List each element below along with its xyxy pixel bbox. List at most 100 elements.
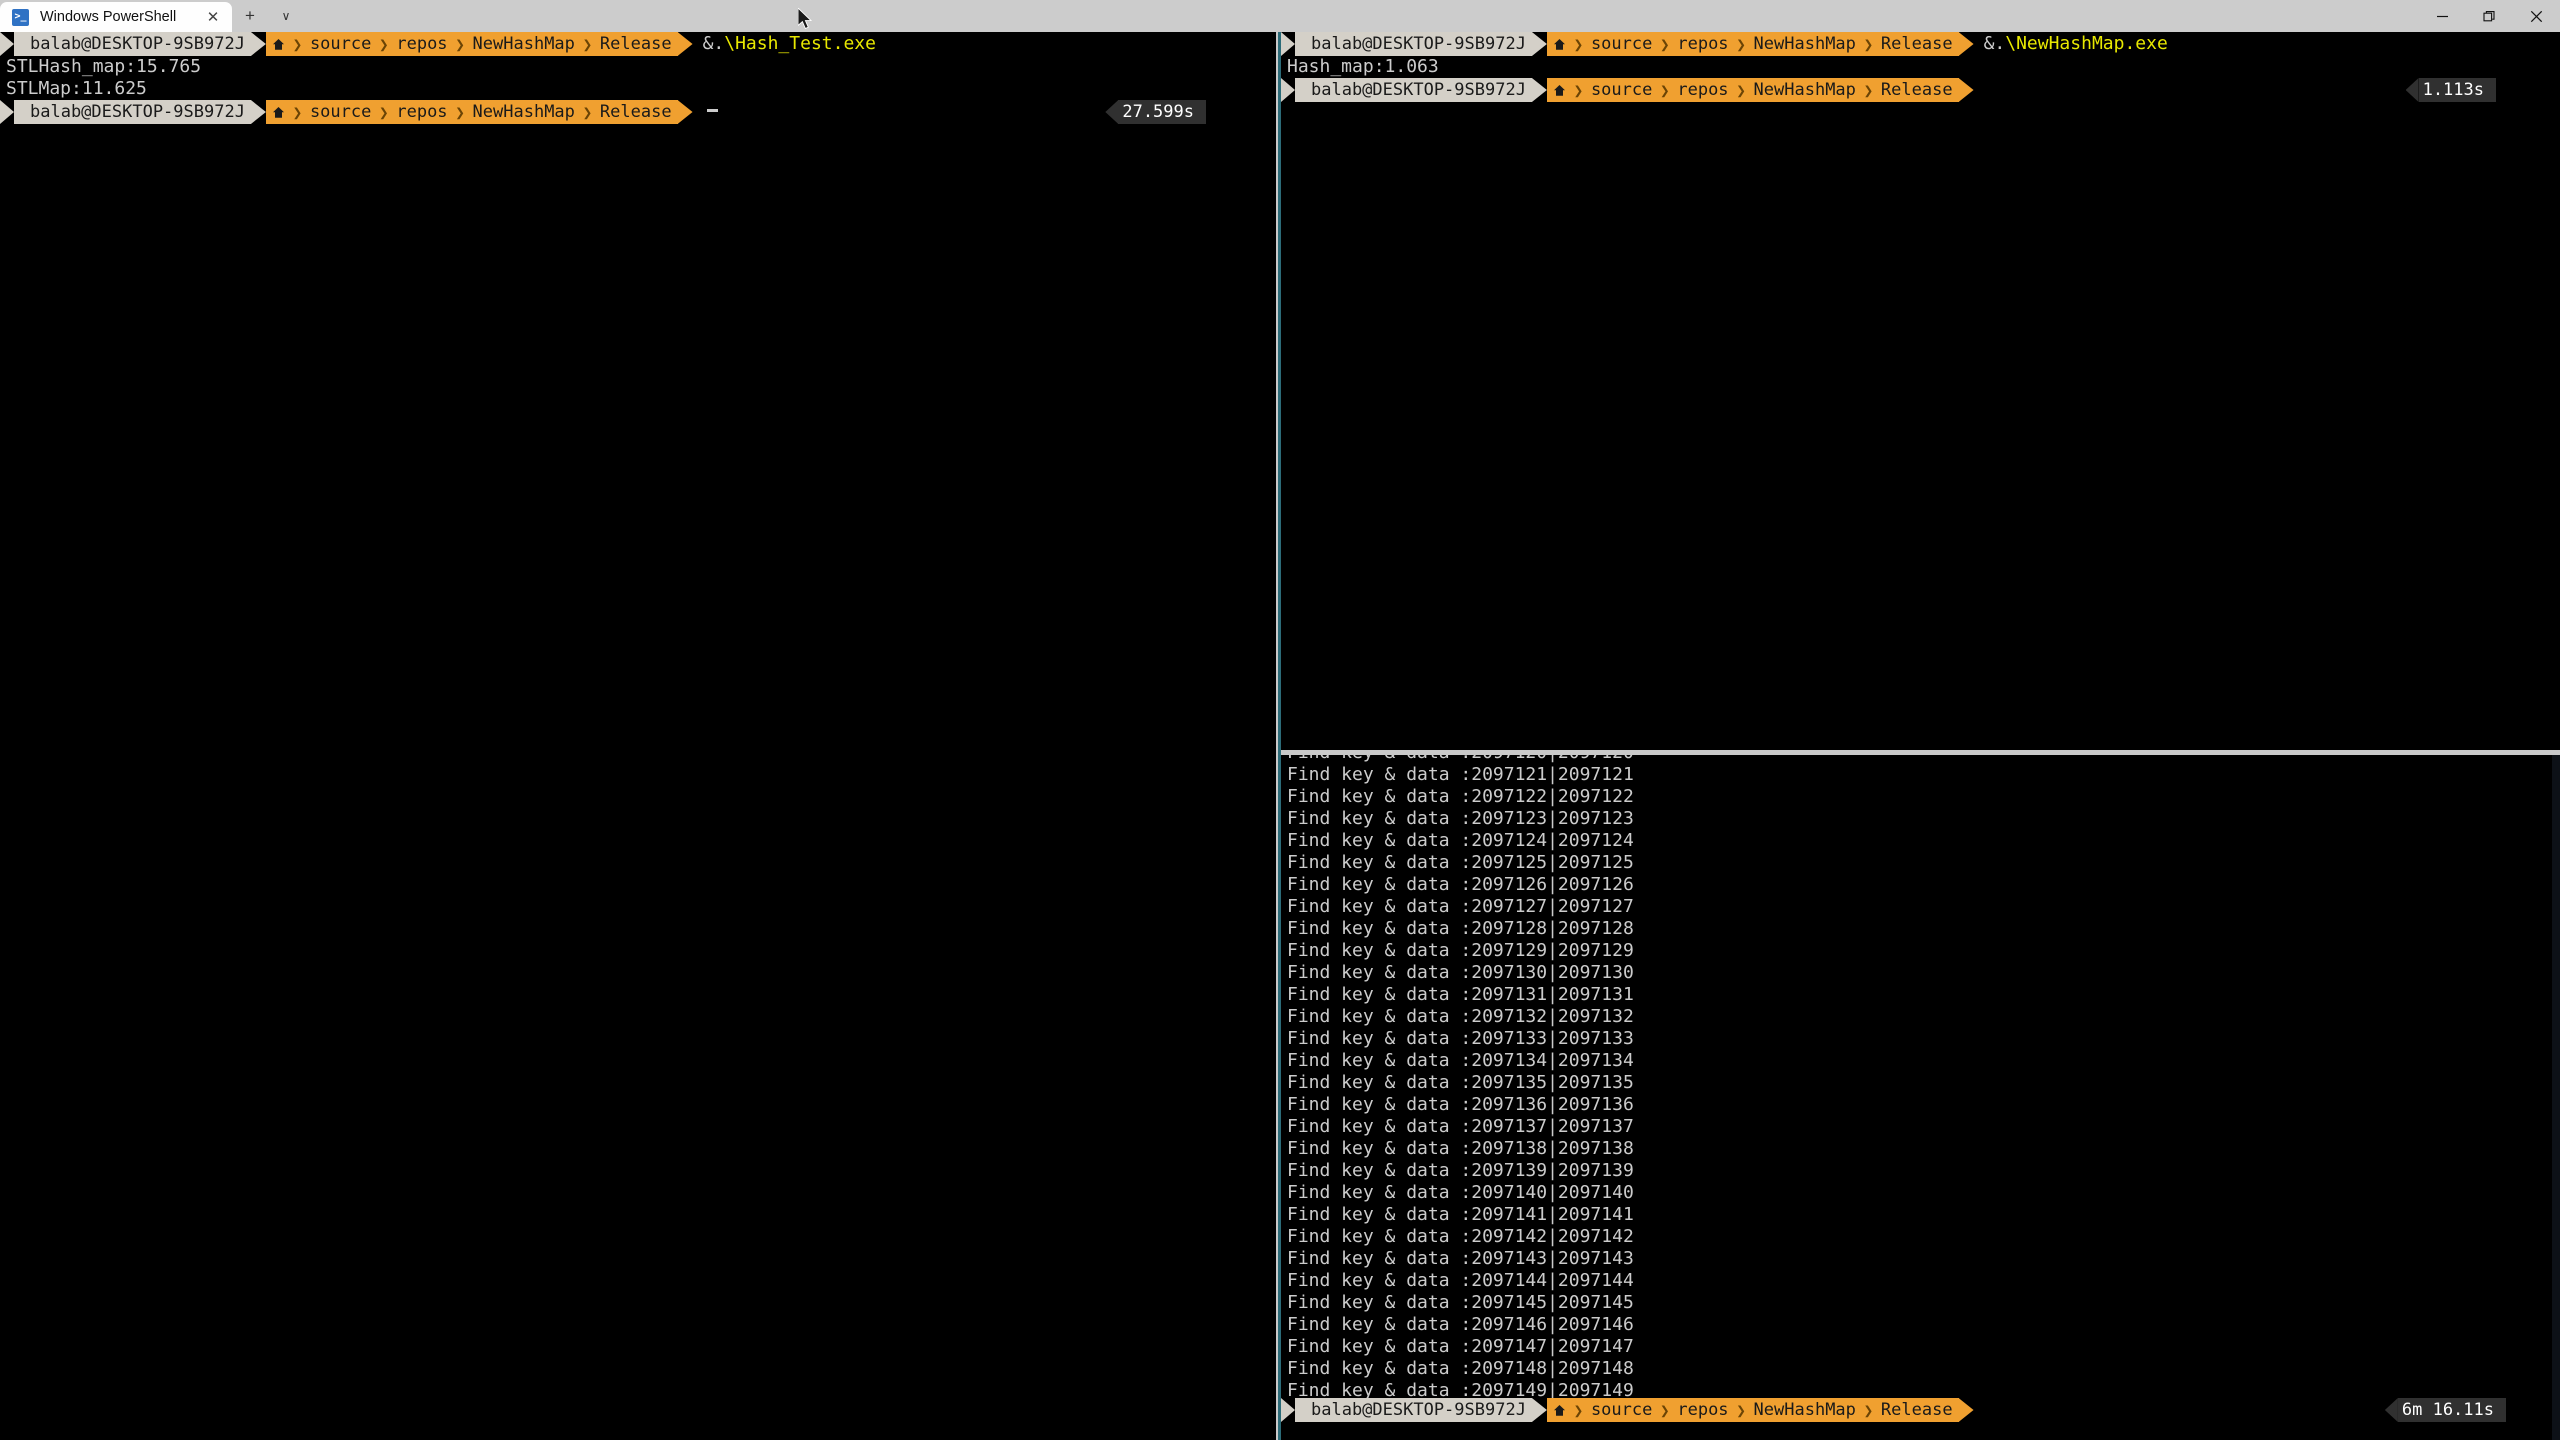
prompt-separator bbox=[1532, 1398, 1547, 1422]
right-bottom-output-line: Find key & data :2097134|2097134 bbox=[1287, 1050, 1634, 1071]
tab-strip: >_ Windows PowerShell ✕ + ∨ bbox=[0, 0, 304, 32]
right-bottom-output-line: Find key & data :2097131|2097131 bbox=[1287, 984, 1634, 1005]
prompt-end-arrow bbox=[1959, 78, 1974, 102]
prompt-chevron: ❯ bbox=[377, 100, 391, 124]
prompt-separator bbox=[1532, 78, 1547, 102]
powerline-prompt: balab@DESKTOP-9SB972J ❯ source ❯ repos ❯… bbox=[0, 32, 693, 56]
right-top-command: &.\NewHashMap.exe bbox=[1974, 32, 2168, 56]
prompt-chevron: ❯ bbox=[580, 32, 594, 56]
right-bottom-pane-lines: Find key & data :2097120|2097120Find key… bbox=[1281, 755, 2560, 1402]
prompt-path-newhashmap: NewHashMap bbox=[1747, 78, 1862, 102]
right-bottom-output-line: Find key & data :2097147|2097147 bbox=[1287, 1336, 1634, 1357]
tab-label: Windows PowerShell bbox=[40, 9, 177, 25]
prompt-chevron: ❯ bbox=[1658, 78, 1672, 102]
prompt-path-release: Release bbox=[593, 32, 678, 56]
prompt-end-arrow bbox=[1959, 32, 1974, 56]
right-bottom-output-line: Find key & data :2097141|2097141 bbox=[1287, 1204, 1634, 1225]
elapsed-time-badge: 6m 16.11s bbox=[2397, 1398, 2506, 1422]
right-bottom-output-line: Find key & data :2097135|2097135 bbox=[1287, 1072, 1634, 1093]
left-pane-command: &.\Hash_Test.exe bbox=[693, 32, 876, 56]
right-bottom-output-line: Find key & data :2097144|2097144 bbox=[1287, 1270, 1634, 1291]
home-icon bbox=[265, 100, 291, 124]
vertical-scrollbar[interactable] bbox=[2552, 755, 2560, 1440]
command-target: \Hash_Test.exe bbox=[724, 33, 876, 54]
right-top-pane[interactable]: balab@DESKTOP-9SB972J ❯ source ❯ repos ❯… bbox=[1281, 32, 2560, 750]
command-target: \NewHashMap.exe bbox=[2005, 33, 2168, 54]
powerline-prompt: balab@DESKTOP-9SB972J ❯ source ❯ repos ❯… bbox=[1281, 1398, 1974, 1422]
left-pane-prompt-1: balab@DESKTOP-9SB972J ❯ source ❯ repos ❯… bbox=[0, 32, 1276, 56]
maximize-button[interactable] bbox=[2466, 0, 2513, 32]
prompt-separator bbox=[251, 32, 266, 56]
left-pane[interactable]: balab@DESKTOP-9SB972J ❯ source ❯ repos ❯… bbox=[0, 32, 1276, 1440]
prompt-chevron: ❯ bbox=[377, 32, 391, 56]
prompt-path-release: Release bbox=[1874, 1398, 1959, 1422]
right-bottom-output-line: Find key & data :2097139|2097139 bbox=[1287, 1160, 1634, 1181]
close-window-button[interactable] bbox=[2513, 0, 2560, 32]
prompt-path-repos: repos bbox=[390, 100, 454, 124]
home-icon bbox=[265, 32, 291, 56]
prompt-chevron: ❯ bbox=[1571, 32, 1585, 56]
prompt-path-repos: repos bbox=[1671, 32, 1735, 56]
text-cursor bbox=[706, 109, 718, 112]
prompt-path-repos: repos bbox=[1671, 78, 1735, 102]
prompt-chevron: ❯ bbox=[1861, 32, 1875, 56]
left-pane-output-line: STLHash_map:15.765 bbox=[6, 56, 202, 77]
home-icon bbox=[1546, 1398, 1572, 1422]
prompt-path-source: source bbox=[303, 100, 378, 124]
close-tab-icon[interactable]: ✕ bbox=[200, 4, 226, 30]
right-bottom-output-line: Find key & data :2097128|2097128 bbox=[1287, 918, 1634, 939]
prompt-user: balab@DESKTOP-9SB972J bbox=[1295, 1398, 1532, 1422]
right-bottom-output-line: Find key & data :2097130|2097130 bbox=[1287, 962, 1634, 983]
prompt-path-newhashmap: NewHashMap bbox=[466, 32, 581, 56]
prompt-path-source: source bbox=[1584, 78, 1659, 102]
right-bottom-output-line: Find key & data :2097138|2097138 bbox=[1287, 1138, 1634, 1159]
prompt-path-newhashmap: NewHashMap bbox=[1747, 32, 1862, 56]
prompt-chevron: ❯ bbox=[1861, 78, 1875, 102]
right-bottom-output-line: Find key & data :2097133|2097133 bbox=[1287, 1028, 1634, 1049]
prompt-chevron: ❯ bbox=[290, 32, 304, 56]
prompt-chevron: ❯ bbox=[1861, 1398, 1875, 1422]
right-top-prompt-2: balab@DESKTOP-9SB972J ❯ source ❯ repos ❯… bbox=[1281, 78, 2560, 102]
prompt-separator bbox=[1532, 32, 1547, 56]
powerline-prompt: balab@DESKTOP-9SB972J ❯ source ❯ repos ❯… bbox=[1281, 78, 1974, 102]
right-top-output-line: Hash_map:1.063 bbox=[1287, 56, 1439, 77]
elapsed-time-badge: 1.113s bbox=[2418, 78, 2496, 102]
prompt-user: balab@DESKTOP-9SB972J bbox=[14, 100, 251, 124]
right-bottom-output-line: Find key & data :2097121|2097121 bbox=[1287, 764, 1634, 785]
prompt-chevron: ❯ bbox=[1571, 1398, 1585, 1422]
right-bottom-output-line: Find key & data :2097129|2097129 bbox=[1287, 940, 1634, 961]
title-bar: >_ Windows PowerShell ✕ + ∨ bbox=[0, 0, 2560, 32]
prompt-chevron: ❯ bbox=[453, 32, 467, 56]
right-bottom-output-line: Find key & data :2097127|2097127 bbox=[1287, 896, 1634, 917]
prompt-path-repos: repos bbox=[1671, 1398, 1735, 1422]
new-tab-icon[interactable]: + bbox=[232, 0, 268, 32]
mouse-pointer bbox=[797, 6, 815, 36]
command-prefix: &. bbox=[1983, 33, 2006, 54]
prompt-path-newhashmap: NewHashMap bbox=[1747, 1398, 1862, 1422]
prompt-notch bbox=[1281, 32, 1295, 56]
prompt-path-repos: repos bbox=[390, 32, 454, 56]
right-bottom-output-line: Find key & data :2097125|2097125 bbox=[1287, 852, 1634, 873]
prompt-notch bbox=[0, 100, 14, 124]
elapsed-time-badge: 27.599s bbox=[1118, 100, 1206, 124]
chevron-down-icon[interactable]: ∨ bbox=[268, 0, 304, 32]
prompt-separator bbox=[251, 100, 266, 124]
prompt-notch bbox=[1281, 78, 1295, 102]
terminal-body: balab@DESKTOP-9SB972J ❯ source ❯ repos ❯… bbox=[0, 32, 2560, 1440]
right-bottom-pane[interactable]: Find key & data :2097120|2097120Find key… bbox=[1281, 755, 2560, 1440]
right-bottom-prompt: balab@DESKTOP-9SB972J ❯ source ❯ repos ❯… bbox=[1281, 1398, 2560, 1422]
prompt-path-source: source bbox=[303, 32, 378, 56]
prompt-path-release: Release bbox=[1874, 78, 1959, 102]
right-bottom-output-line: Find key & data :2097122|2097122 bbox=[1287, 786, 1634, 807]
right-bottom-output-line: Find key & data :2097140|2097140 bbox=[1287, 1182, 1634, 1203]
tab-windows-powershell[interactable]: >_ Windows PowerShell ✕ bbox=[0, 2, 232, 32]
prompt-chevron: ❯ bbox=[1658, 32, 1672, 56]
prompt-chevron: ❯ bbox=[290, 100, 304, 124]
powershell-icon: >_ bbox=[12, 8, 29, 26]
prompt-path-source: source bbox=[1584, 32, 1659, 56]
minimize-button[interactable] bbox=[2419, 0, 2466, 32]
right-bottom-output-line: Find key & data :2097148|2097148 bbox=[1287, 1358, 1634, 1379]
right-bottom-output-line: Find key & data :2097124|2097124 bbox=[1287, 830, 1634, 851]
right-bottom-output-line: Find key & data :2097132|2097132 bbox=[1287, 1006, 1634, 1027]
right-bottom-output-line: Find key & data :2097146|2097146 bbox=[1287, 1314, 1634, 1335]
